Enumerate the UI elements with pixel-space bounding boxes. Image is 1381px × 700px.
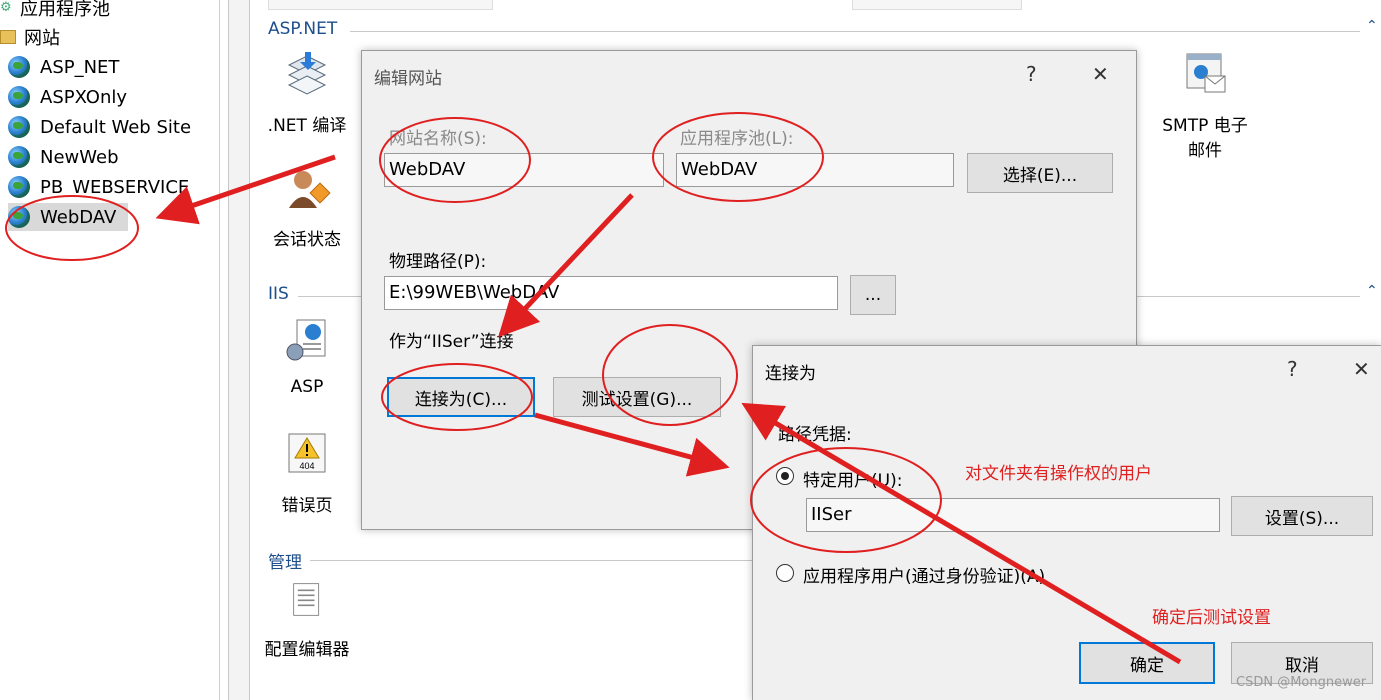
- toolbar-fragment: [268, 0, 493, 10]
- globe-icon: [8, 86, 30, 108]
- tree-item-site[interactable]: PB_WEBSERVICE: [8, 173, 189, 201]
- close-button[interactable]: ✕: [1092, 62, 1109, 86]
- collapse-chevron-icon[interactable]: ⌃: [1366, 18, 1378, 34]
- tree-item-sites[interactable]: 网站: [0, 23, 60, 51]
- tree-item-label: 应用程序池: [20, 0, 110, 20]
- error-pages-icon: 404: [288, 433, 326, 473]
- feature-label: SMTP 电子: [1162, 116, 1248, 136]
- globe-icon: [8, 146, 30, 168]
- tree-item-label: 网站: [24, 28, 60, 49]
- collapse-chevron-icon[interactable]: ⌃: [1366, 283, 1378, 299]
- feature-label: 会话状态: [273, 230, 341, 250]
- group-title-iis: IIS: [268, 284, 289, 304]
- user-name-field[interactable]: IISer: [806, 498, 1220, 532]
- set-credentials-button[interactable]: 设置(S)...: [1231, 496, 1373, 536]
- feature-label: 错误页: [281, 496, 333, 516]
- group-title-aspnet: ASP.NET: [268, 19, 338, 39]
- path-credentials-label: 路径凭据:: [778, 425, 852, 445]
- connect-as-dialog: 连接为 ? ✕ 路径凭据: 特定用户(U): IISer 设置(S)... 应用…: [752, 345, 1381, 700]
- feature-smtp[interactable]: SMTP 电子 邮件: [1150, 50, 1260, 161]
- test-settings-button[interactable]: 测试设置(G)...: [553, 377, 721, 417]
- pane-splitter[interactable]: [228, 0, 250, 700]
- smtp-email-icon: [1186, 53, 1226, 93]
- folder-icon: [0, 30, 16, 44]
- annotation-ok-note: 确定后测试设置: [1152, 608, 1271, 628]
- help-button[interactable]: ?: [1026, 62, 1037, 86]
- connect-as-status: 作为“IISer”连接: [389, 332, 514, 352]
- site-name-label: 网站名称(S):: [389, 129, 487, 149]
- feature-session-state[interactable]: 会话状态: [252, 164, 362, 250]
- app-pool-icon: ⚙: [0, 0, 12, 15]
- feature-label: .NET 编译: [267, 116, 347, 136]
- feature-asp[interactable]: ASP: [252, 316, 362, 397]
- config-editor-icon: [293, 583, 320, 616]
- site-name-field[interactable]: WebDAV: [384, 153, 664, 187]
- physical-path-input[interactable]: E:\99WEB\WebDAV: [384, 276, 838, 310]
- globe-icon: [8, 56, 30, 78]
- feature-label: 邮件: [1188, 141, 1222, 161]
- tree-item-site-selected[interactable]: WebDAV: [8, 203, 128, 231]
- toolbar-fragment: [852, 0, 1022, 10]
- browse-button[interactable]: ...: [850, 275, 896, 315]
- tree-item-site[interactable]: Default Web Site: [8, 113, 191, 141]
- tree-item-label: NewWeb: [40, 146, 119, 168]
- feature-label: 配置编辑器: [264, 640, 350, 660]
- feature-net-compile[interactable]: .NET 编译: [252, 50, 362, 136]
- close-button[interactable]: ✕: [1353, 357, 1370, 381]
- ok-button[interactable]: 确定: [1079, 642, 1215, 684]
- specific-user-radio[interactable]: [776, 467, 794, 485]
- tree-item-app-pools[interactable]: ⚙ 应用程序池: [0, 0, 110, 22]
- asp-icon: [286, 319, 326, 361]
- tree-item-label: WebDAV: [40, 206, 117, 228]
- tree-item-site[interactable]: ASPXOnly: [8, 83, 127, 111]
- connect-as-button[interactable]: 连接为(C)...: [387, 377, 535, 417]
- help-button[interactable]: ?: [1287, 357, 1298, 381]
- dialog-title: 连接为: [765, 364, 816, 384]
- tree-item-label: Default Web Site: [40, 116, 192, 138]
- select-app-pool-button[interactable]: 选择(E)...: [967, 153, 1113, 193]
- app-user-radio[interactable]: [776, 564, 794, 582]
- app-pool-field[interactable]: WebDAV: [676, 153, 954, 187]
- svg-text:404: 404: [299, 461, 314, 471]
- globe-icon: [8, 206, 30, 228]
- annotation-user-note: 对文件夹有操作权的用户: [965, 464, 1152, 484]
- watermark: CSDN @Mongnewer: [1236, 675, 1367, 690]
- session-state-icon: [289, 171, 331, 208]
- group-divider: [350, 31, 1360, 32]
- feature-error-pages[interactable]: 404 错误页: [252, 430, 362, 516]
- globe-icon: [8, 116, 30, 138]
- group-title-management: 管理: [268, 553, 302, 573]
- app-user-label: 应用程序用户(通过身份验证)(A): [803, 567, 1046, 587]
- physical-path-label: 物理路径(P):: [389, 252, 487, 272]
- app-pool-label: 应用程序池(L):: [680, 129, 794, 149]
- feature-config-editor[interactable]: 配置编辑器: [252, 582, 362, 660]
- connections-tree: ⚙ 应用程序池 网站 ASP_NET ASPXOnly Default Web …: [0, 0, 220, 700]
- globe-icon: [8, 176, 30, 198]
- tree-item-label: ASPXOnly: [40, 86, 128, 108]
- tree-item-label: PB_WEBSERVICE: [40, 176, 190, 198]
- specific-user-label: 特定用户(U):: [803, 471, 903, 491]
- dialog-title: 编辑网站: [374, 69, 442, 89]
- group-divider: [310, 560, 760, 561]
- feature-label: ASP: [290, 377, 324, 397]
- tree-item-site[interactable]: NewWeb: [8, 143, 119, 171]
- tree-item-label: ASP_NET: [40, 56, 120, 78]
- net-compile-icon: [287, 52, 327, 95]
- tree-item-site[interactable]: ASP_NET: [8, 53, 119, 81]
